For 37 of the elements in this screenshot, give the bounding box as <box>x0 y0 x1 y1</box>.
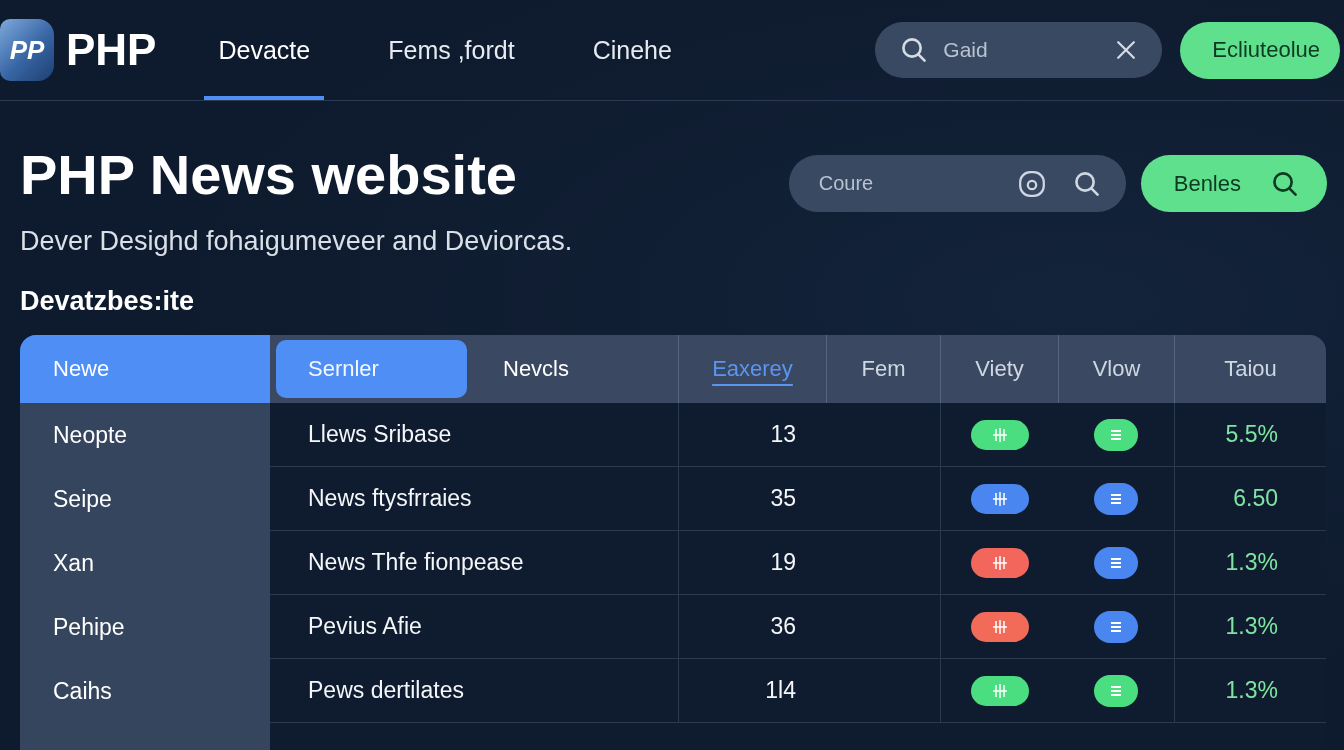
count-cell: 35 <box>678 467 826 531</box>
count-cell: 13 <box>678 403 826 467</box>
table-side-header: Newe <box>20 335 270 403</box>
title-cell: News ftysfrraies <box>270 467 678 531</box>
title-cell: Llews Sribase <box>270 403 678 467</box>
rate-cell: 1.3% <box>1174 659 1326 723</box>
title-cell: Pews dertilates <box>270 659 678 723</box>
page-title: PHP News website <box>20 143 518 207</box>
section-heading: Devatzbes:ite <box>20 286 196 316</box>
column-header[interactable]: Fem <box>826 335 940 403</box>
search-icon <box>1074 171 1099 196</box>
filter-search-button[interactable]: Benles <box>1140 155 1327 212</box>
brand-name: PHP <box>66 25 157 75</box>
rate-cell: 1.3% <box>1174 531 1326 595</box>
column-header[interactable]: Taiou <box>1174 335 1326 403</box>
count-cell: 1l4 <box>678 659 826 723</box>
brand-logo: PP <box>0 19 54 81</box>
column-header[interactable]: Vlow <box>1058 335 1174 403</box>
table-tab[interactable]: Nevcls <box>471 340 601 398</box>
rate-cell: 6.50 <box>1174 467 1326 531</box>
title-cell: Pevius Afie <box>270 595 678 659</box>
filter-search-field[interactable]: Coure <box>788 155 1126 212</box>
rate-cell: 5.5% <box>1174 403 1326 467</box>
search-icon <box>1273 171 1297 196</box>
count-cell: 19 <box>678 531 826 595</box>
nav-tab[interactable]: Devacte <box>204 0 325 100</box>
nav-tab[interactable]: Cinehe <box>578 0 686 100</box>
rate-cell: 1.3% <box>1174 595 1326 659</box>
close-icon[interactable] <box>1117 41 1136 59</box>
title-cell: News Thfe fionpease <box>270 531 678 595</box>
nav-tab[interactable]: Fems ,fordt <box>374 0 529 100</box>
header-action-button[interactable]: Ecliuteolue <box>1180 21 1340 79</box>
count-cell: 36 <box>678 595 826 659</box>
column-header[interactable]: Viety <box>940 335 1058 403</box>
search-field[interactable]: Gaid <box>875 22 1163 78</box>
search-icon <box>902 38 927 62</box>
page-subtitle: Dever Desighd fohaigumeveer and Deviorcas. <box>20 226 573 256</box>
